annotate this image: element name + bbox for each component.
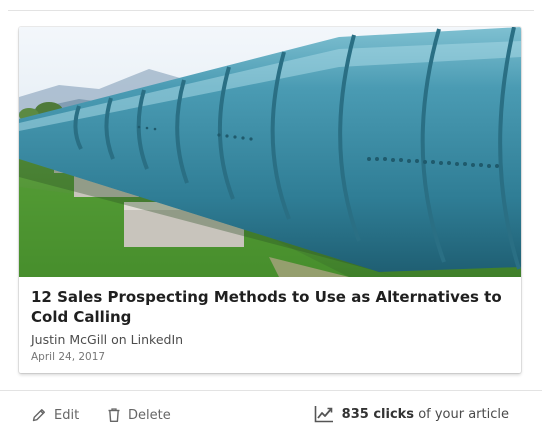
article-title[interactable]: 12 Sales Prospecting Methods to Use as A… bbox=[31, 287, 509, 327]
clicks-suffix: of your article bbox=[418, 406, 509, 422]
pencil-icon bbox=[32, 409, 45, 422]
article-author: Justin McGill on LinkedIn bbox=[31, 332, 184, 347]
edit-label: Edit bbox=[54, 407, 80, 423]
pipeline-photo bbox=[19, 27, 521, 277]
trend-chart-icon bbox=[314, 406, 333, 423]
delete-label: Delete bbox=[128, 407, 171, 423]
delete-button[interactable]: Delete bbox=[107, 404, 171, 426]
article-card[interactable]: 12 Sales Prospecting Methods to Use as A… bbox=[19, 27, 521, 373]
share-card-page: 12 Sales Prospecting Methods to Use as A… bbox=[0, 0, 542, 436]
clicks-count: 835 clicks bbox=[341, 406, 415, 422]
click-stats: 835 clicks of your article bbox=[314, 403, 509, 425]
edit-button[interactable]: Edit bbox=[31, 404, 79, 426]
bottom-divider bbox=[0, 390, 542, 391]
top-divider bbox=[8, 10, 534, 11]
article-date: April 24, 2017 bbox=[31, 351, 106, 363]
trash-icon bbox=[108, 408, 120, 422]
